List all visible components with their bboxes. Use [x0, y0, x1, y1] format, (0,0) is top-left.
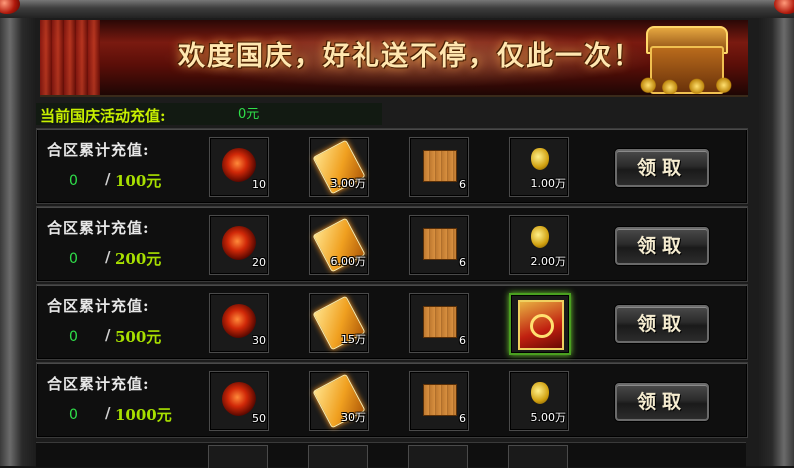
claim-button[interactable]: 领取 — [615, 305, 709, 343]
wooden-crate-icon — [423, 306, 457, 338]
blood-orb-icon — [222, 226, 256, 260]
reward-qty: 30 — [252, 334, 266, 347]
wooden-crate-icon — [423, 384, 457, 416]
tier-separator: / — [105, 248, 111, 266]
reward-slot-gold-pouch[interactable]: 5.00万 — [509, 371, 569, 431]
tier-target-value: 100元 — [115, 172, 162, 190]
tier-target-value: 200元 — [115, 250, 162, 268]
blood-orb-icon — [222, 304, 256, 338]
frame-top-border — [0, 0, 794, 18]
gold-pouch-icon — [531, 226, 549, 248]
reward-slot-crate[interactable]: 6 — [409, 371, 469, 431]
reward-slot-partial — [408, 445, 468, 468]
reward-qty: 6 — [459, 256, 466, 269]
reward-qty: 30万 — [341, 411, 366, 424]
reward-qty: 3.00万 — [330, 177, 367, 190]
tier-target-value: 500元 — [115, 328, 162, 346]
reward-qty: 20 — [252, 256, 266, 269]
reward-qty: 15万 — [341, 333, 366, 346]
tier-separator: / — [105, 170, 111, 188]
reward-slot-gold-pouch[interactable]: 2.00万 — [509, 215, 569, 275]
claim-button[interactable]: 领取 — [615, 383, 709, 421]
reward-slot-crate[interactable]: 6 — [409, 137, 469, 197]
reward-slot-partial — [208, 445, 268, 468]
tier-separator: / — [105, 326, 111, 344]
reward-qty: 10 — [252, 178, 266, 191]
blood-orb-icon — [222, 148, 256, 182]
wooden-crate-icon — [423, 228, 457, 260]
claim-button[interactable]: 领取 — [615, 227, 709, 265]
reward-slot-gold-scroll[interactable]: 30万 — [309, 371, 369, 431]
tier-current-value: 0 — [69, 173, 78, 189]
tier-separator: / — [105, 404, 111, 422]
reward-qty: 6.00万 — [330, 255, 367, 268]
reward-qty: 6 — [459, 334, 466, 347]
gold-pouch-icon — [531, 382, 549, 404]
reward-slot-blood-orb[interactable]: 30 — [209, 293, 269, 353]
reward-tier-row: 合区累计充值: 0 / 200元 20 6.00万 6 2.00万 领取 — [36, 206, 748, 282]
tier-current-value: 0 — [69, 329, 78, 345]
reward-slot-crate[interactable]: 6 — [409, 293, 469, 353]
tier-current-value: 0 — [69, 251, 78, 267]
wooden-crate-icon — [423, 150, 457, 182]
reward-tier-row-partial — [36, 442, 746, 468]
reward-slot-gold-scroll[interactable]: 6.00万 — [309, 215, 369, 275]
reward-slot-partial — [308, 445, 368, 468]
banner-title: 欢度国庆，好礼送不停，仅此一次！ — [178, 41, 642, 72]
tier-label: 合区累计充值: — [47, 141, 150, 159]
reward-qty: 2.00万 — [530, 255, 567, 268]
reward-qty: 50 — [252, 412, 266, 425]
total-recharge-value: 0元 — [238, 107, 260, 122]
total-recharge-label: 当前国庆活动充值: — [40, 107, 166, 125]
curtain-decoration — [40, 20, 100, 95]
tier-current-value: 0 — [69, 407, 78, 423]
tier-target-value: 1000元 — [115, 406, 172, 424]
reward-qty: 1.00万 — [530, 177, 567, 190]
tier-label: 合区累计充值: — [47, 297, 150, 315]
blood-orb-icon — [222, 382, 256, 416]
reward-slot-gold-scroll[interactable]: 3.00万 — [309, 137, 369, 197]
reward-tier-row: 合区累计充值: 0 / 100元 10 3.00万 6 1.00万 领取 — [36, 128, 748, 204]
claim-button[interactable]: 领取 — [615, 149, 709, 187]
reward-slot-gold-scroll[interactable]: 15万 — [309, 293, 369, 353]
reward-slot-partial — [508, 445, 568, 468]
gold-pouch-icon — [531, 148, 549, 170]
reward-qty: 6 — [459, 412, 466, 425]
reward-qty: 5.00万 — [530, 411, 567, 424]
reward-tier-row: 合区累计充值: 0 / 1000元 50 30万 6 5.00万 领取 — [36, 362, 748, 438]
reward-slot-blood-orb[interactable]: 10 — [209, 137, 269, 197]
reward-slot-blood-orb[interactable]: 20 — [209, 215, 269, 275]
treasure-chest-icon — [632, 24, 740, 94]
tier-label: 合区累计充值: — [47, 219, 150, 237]
reward-slot-blood-orb[interactable]: 50 — [209, 371, 269, 431]
reward-slot-gold-pouch[interactable]: 1.00万 — [509, 137, 569, 197]
reward-qty: 6 — [459, 178, 466, 191]
event-banner: 欢度国庆，好礼送不停，仅此一次！ — [40, 20, 748, 97]
reward-slot-crate[interactable]: 6 — [409, 215, 469, 275]
total-recharge-bar: 当前国庆活动充值: 0元 — [36, 103, 382, 125]
reward-slot-rune-card[interactable] — [509, 293, 571, 355]
tier-label: 合区累计充值: — [47, 375, 150, 393]
rune-card-icon — [518, 300, 564, 350]
reward-tier-row: 合区累计充值: 0 / 500元 30 15万 6 领取 — [36, 284, 748, 360]
